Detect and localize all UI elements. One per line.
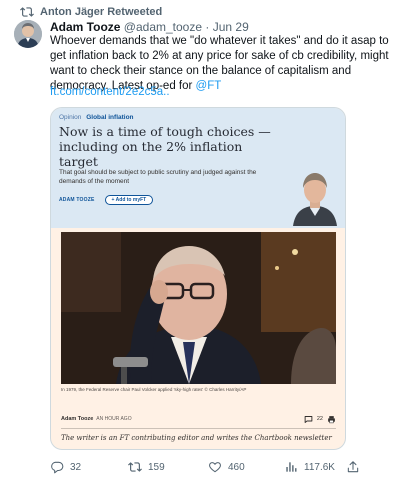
volcker-photo (61, 232, 336, 384)
tweet-header: Adam Tooze @adam_tooze · Jun 29 (50, 20, 249, 34)
views-button[interactable]: 117.6K (284, 460, 346, 474)
meta-author: Adam Tooze (61, 416, 94, 422)
ft-mention[interactable]: @FT (196, 80, 222, 92)
add-to-myft-button: + Add to myFT (104, 195, 154, 205)
article-photo (61, 232, 336, 384)
author-photo (287, 166, 343, 226)
retweet-icon (20, 7, 34, 17)
reply-button[interactable]: 32 (50, 460, 128, 474)
share-icon (347, 461, 359, 473)
header-separator: · (205, 20, 210, 34)
reply-icon (51, 461, 64, 474)
tweet-link[interactable]: ft.com/content/2e2c5a.. (50, 86, 170, 98)
photo-caption: In 1979, the Federal Reserve chair Paul … (61, 387, 247, 392)
link-preview-card[interactable]: Opinion Global inflation Now is a time o… (50, 107, 346, 450)
byline-author: ADAM TOOZE (59, 197, 95, 203)
avatar[interactable] (14, 20, 42, 48)
like-button[interactable]: 460 (208, 460, 284, 474)
meta-actions: 22 (304, 415, 336, 424)
tweet-actions: 32 159 460 117.6K (50, 459, 360, 475)
tweet-time[interactable]: Jun 29 (213, 20, 249, 34)
author-note: The writer is an FT contributing editor … (61, 434, 332, 442)
retweet-indicator[interactable]: Anton Jäger Retweeted (20, 4, 162, 20)
retweet-button[interactable]: 159 (128, 460, 208, 474)
retweet-count: 159 (148, 461, 165, 473)
views-icon (286, 462, 297, 472)
author-name[interactable]: Adam Tooze (50, 20, 120, 34)
tweet-text: Whoever demands that we "do whatever it … (50, 34, 400, 94)
retweet-action-icon (128, 462, 142, 472)
views-count: 117.6K (304, 461, 335, 473)
section-label: Opinion (59, 114, 82, 121)
share-button[interactable] (346, 460, 360, 474)
article-standfirst: That goal should be subject to public sc… (59, 169, 257, 185)
byline: ADAM TOOZE + Add to myFT (59, 195, 154, 205)
comment-icon (304, 415, 313, 423)
avatar-photo (14, 20, 42, 48)
retweet-label: Anton Jäger Retweeted (40, 6, 163, 18)
article-tags: Opinion Global inflation (59, 114, 134, 121)
article-headline: Now is a time of tough choices — includi… (59, 124, 271, 169)
topic-label: Global inflation (86, 114, 134, 121)
article-header: Opinion Global inflation Now is a time o… (51, 108, 345, 228)
print-icon (328, 415, 335, 423)
comment-count: 22 (316, 416, 323, 422)
article-meta: Adam Tooze AN HOUR AGO 22 (61, 413, 336, 425)
author-handle[interactable]: @adam_tooze (124, 20, 202, 34)
like-count: 460 (228, 461, 245, 473)
reply-count: 32 (70, 461, 82, 473)
meta-time: AN HOUR AGO (96, 416, 132, 422)
card-divider (61, 428, 336, 429)
heart-icon (209, 462, 221, 473)
